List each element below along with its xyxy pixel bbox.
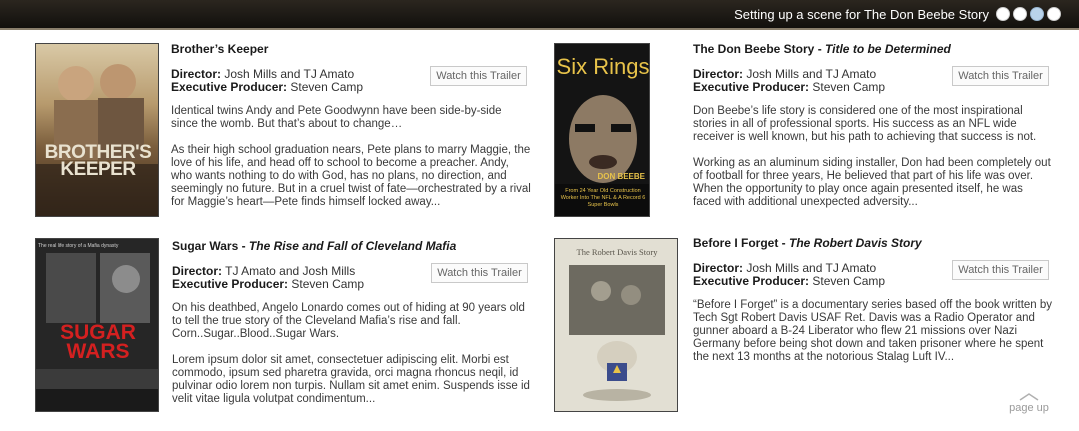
chevron-up-icon (1019, 393, 1039, 401)
poster-title-brothers-keeper: BROTHER'S KEEPER (44, 142, 152, 180)
synopsis-paragraph-1: Don Beebe’s life story is considered one… (693, 105, 1037, 143)
page-up-label: page up (1009, 402, 1049, 414)
slide-dot-3[interactable] (1030, 7, 1044, 21)
movie-card-brothers-keeper: BROTHER'S KEEPER Brother’s Keeper Direct… (35, 43, 535, 223)
movie-details: Before I Forget - The Robert Davis Story… (693, 237, 1053, 364)
exec-producer-value: Steven Camp (812, 274, 886, 288)
scene-header-bar: Setting up a scene for The Don Beebe Sto… (0, 0, 1079, 30)
director-value: Josh Mills and TJ Amato (746, 67, 877, 81)
movie-details: Sugar Wars - The Rise and Fall of Clevel… (172, 240, 532, 406)
exec-producer-label: Executive Producer: (693, 80, 810, 94)
exec-producer-label: Executive Producer: (693, 274, 810, 288)
director-label: Director: (693, 67, 744, 81)
movie-title-text: Brother’s Keeper (171, 42, 269, 56)
movie-title-text: Sugar Wars (172, 239, 239, 253)
poster-title-robert-davis: The Robert Davis Story (576, 247, 658, 257)
director-label: Director: (171, 67, 222, 81)
slide-dot-4[interactable] (1047, 7, 1061, 21)
poster-robert-davis-story[interactable]: The Robert Davis Story (554, 238, 678, 412)
poster-brothers-keeper[interactable]: BROTHER'S KEEPER (35, 43, 159, 217)
movie-details: Brother’s Keeper Director: Josh Mills an… (171, 43, 531, 209)
movie-details: The Don Beebe Story - Title to be Determ… (693, 43, 1053, 209)
movie-title-text: Before I Forget (693, 236, 779, 250)
poster-art-robert-davis (555, 239, 677, 411)
exec-producer-value: Steven Camp (812, 80, 886, 94)
movie-subtitle-text: The Rise and Fall of Cleveland Mafia (248, 239, 457, 253)
synopsis-paragraph-2: As their high school graduation nears, P… (171, 144, 531, 208)
watch-trailer-button[interactable]: Watch this Trailer (431, 263, 528, 283)
scene-title: Setting up a scene for The Don Beebe Sto… (734, 7, 989, 22)
movie-subtitle-text: The Robert Davis Story (789, 236, 922, 250)
movie-title: The Don Beebe Story - Title to be Determ… (693, 42, 951, 56)
movie-card-don-beebe: Six Rings DON BEEBE From 24 Year Old Con… (554, 43, 1054, 223)
movie-title: Before I Forget - The Robert Davis Story (693, 236, 922, 250)
slide-dot-1[interactable] (996, 7, 1010, 21)
director-value: Josh Mills and TJ Amato (746, 261, 877, 275)
watch-trailer-button[interactable]: Watch this Trailer (430, 66, 527, 86)
watch-trailer-button[interactable]: Watch this Trailer (952, 260, 1049, 280)
watch-trailer-button[interactable]: Watch this Trailer (952, 66, 1049, 86)
poster-tagline-six-rings: From 24 Year Old Construction Worker Int… (560, 188, 646, 208)
exec-producer-value: Steven Camp (291, 277, 365, 291)
exec-producer-label: Executive Producer: (171, 80, 288, 94)
synopsis-paragraph-2: Working as an aluminum siding installer,… (693, 157, 1051, 208)
movie-title: Sugar Wars - The Rise and Fall of Clevel… (172, 239, 457, 253)
poster-name-don-beebe: DON BEEBE (597, 172, 645, 181)
poster-title-six-rings: Six Rings (556, 54, 650, 79)
poster-six-rings[interactable]: Six Rings DON BEEBE From 24 Year Old Con… (554, 43, 650, 217)
director-value: Josh Mills and TJ Amato (224, 67, 355, 81)
director-label: Director: (172, 264, 223, 278)
synopsis-paragraph-2: Lorem ipsum dolor sit amet, consectetuer… (172, 354, 530, 405)
exec-producer-value: Steven Camp (290, 80, 364, 94)
exec-producer-label: Executive Producer: (172, 277, 289, 291)
movie-card-sugar-wars: The real life story of a Mafia dynasty S… (35, 238, 535, 418)
poster-tagline-sugar-wars: The real life story of a Mafia dynasty (38, 243, 119, 249)
slide-dot-2[interactable] (1013, 7, 1027, 21)
synopsis-paragraph-1: “Before I Forget” is a documentary serie… (693, 299, 1053, 363)
slide-pager (996, 7, 1061, 21)
movie-title: Brother’s Keeper (171, 43, 531, 57)
poster-sugar-wars[interactable]: The real life story of a Mafia dynasty S… (35, 238, 159, 412)
director-value: TJ Amato and Josh Mills (225, 264, 356, 278)
movie-card-before-i-forget: The Robert Davis Story Before I Forget -… (554, 237, 1054, 418)
synopsis-paragraph-1: Identical twins Andy and Pete Goodwynn h… (171, 105, 502, 130)
director-label: Director: (693, 261, 744, 275)
synopsis-paragraph-1: On his deathbed, Angelo Lonardo comes ou… (172, 302, 525, 340)
poster-title-sugar-wars: SUGAR WARS (60, 321, 136, 363)
poster-art-brothers-keeper (36, 64, 158, 216)
movie-title-text: The Don Beebe Story (693, 42, 815, 56)
movie-subtitle-text: Title to be Determined (825, 42, 951, 56)
page-up-button[interactable]: page up (1007, 393, 1051, 414)
